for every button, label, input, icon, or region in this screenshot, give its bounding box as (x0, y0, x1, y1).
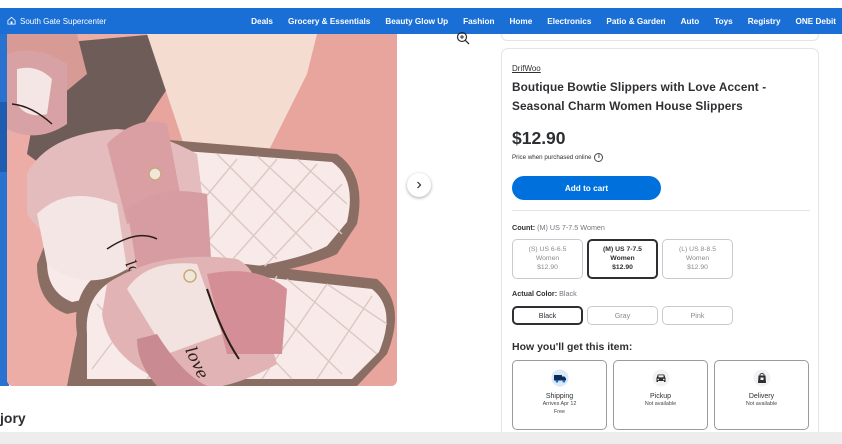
chevron-right-icon (415, 176, 423, 194)
size-label: (M) US 7-7.5 (603, 246, 642, 253)
nav-patio[interactable]: Patio & Garden (606, 17, 665, 26)
product-price: $12.90 (512, 128, 566, 148)
product-image[interactable]: love love (7, 34, 397, 386)
nav-auto[interactable]: Auto (681, 17, 700, 26)
pickup-status: Not available (644, 401, 677, 407)
fulfillment-heading: How you'll get this item: (512, 341, 633, 353)
size-price: $12.90 (612, 264, 633, 271)
size-gender: Women (685, 255, 710, 262)
product-page: South Gate Supercenter Deals Grocery & E… (0, 0, 842, 444)
count-value: (M) US 7-7.5 Women (537, 223, 605, 232)
price-note: Price when purchased online i (512, 153, 604, 162)
color-label: Actual Color: Black (512, 289, 577, 298)
shipping-arrival: Arrives Apr 12 (542, 401, 577, 407)
size-option-m[interactable]: (M) US 7-7.5 Women $12.90 (587, 239, 658, 279)
pickup-car-icon (652, 369, 670, 387)
bottom-bar (0, 432, 842, 444)
pickup-label: Pickup (649, 393, 671, 400)
delivery-status: Not available (745, 401, 778, 407)
size-label: (L) US 8-8.5 (678, 246, 717, 253)
size-options: (S) US 6-6.5 Women $12.90 (M) US 7-7.5 W… (512, 239, 733, 279)
nav-one-debit[interactable]: ONE Debit (796, 17, 837, 26)
info-icon[interactable]: i (594, 153, 604, 162)
size-option-s[interactable]: (S) US 6-6.5 Women $12.90 (512, 239, 583, 279)
shipping-option[interactable]: Shipping Arrives Apr 12 Free (512, 360, 607, 430)
nav-fashion[interactable]: Fashion (463, 17, 494, 26)
color-option-pink[interactable]: Pink (662, 306, 733, 325)
shipping-label: Shipping (545, 393, 574, 400)
fulfillment-options: Shipping Arrives Apr 12 Free Pickup Not … (512, 360, 809, 430)
card-top-edge (501, 34, 819, 41)
nav-registry[interactable]: Registry (748, 17, 781, 26)
store-name: South Gate Supercenter (20, 16, 107, 26)
color-value: Black (559, 289, 577, 298)
color-options: Black Gray Pink (512, 306, 733, 325)
size-label: (S) US 6-6.5 (528, 246, 567, 253)
store-icon (7, 16, 16, 27)
divider (512, 210, 810, 211)
size-price: $12.90 (537, 264, 558, 271)
size-gender: Women (535, 255, 560, 262)
color-label-text: Actual Color: (512, 289, 558, 298)
product-title: Boutique Bowtie Slippers with Love Accen… (512, 80, 767, 113)
nav-beauty[interactable]: Beauty Glow Up (385, 17, 448, 26)
section-heading-fragment: jory (0, 410, 26, 426)
price-note-text: Price when purchased online (512, 154, 592, 161)
size-price: $12.90 (687, 264, 708, 271)
nav-deals[interactable]: Deals (251, 17, 273, 26)
zoom-icon[interactable] (455, 30, 471, 46)
nav-grocery[interactable]: Grocery & Essentials (288, 17, 370, 26)
department-nav: Deals Grocery & Essentials Beauty Glow U… (251, 17, 842, 26)
delivery-option[interactable]: Delivery Not available (714, 360, 809, 430)
top-nav-bar: South Gate Supercenter Deals Grocery & E… (0, 8, 842, 34)
store-selector[interactable]: South Gate Supercenter (0, 16, 250, 27)
nav-electronics[interactable]: Electronics (547, 17, 591, 26)
count-label-text: Count: (512, 223, 536, 232)
delivery-label: Delivery (748, 393, 775, 400)
pickup-option[interactable]: Pickup Not available (613, 360, 708, 430)
brand-link[interactable]: DrifWoo (512, 64, 541, 73)
color-option-black[interactable]: Black (512, 306, 583, 325)
product-info-card: DrifWoo Boutique Bowtie Slippers with Lo… (501, 48, 819, 444)
next-image-button[interactable] (407, 173, 431, 197)
size-gender: Women (610, 255, 635, 262)
size-option-l[interactable]: (L) US 8-8.5 Women $12.90 (662, 239, 733, 279)
add-to-cart-button[interactable]: Add to cart (512, 176, 661, 200)
nav-toys[interactable]: Toys (714, 17, 733, 26)
nav-home[interactable]: Home (510, 17, 533, 26)
count-label: Count: (M) US 7-7.5 Women (512, 223, 605, 232)
color-option-gray[interactable]: Gray (587, 306, 658, 325)
delivery-bag-icon (753, 369, 771, 387)
shipping-cost: Free (553, 409, 566, 415)
shipping-truck-icon (551, 369, 569, 387)
